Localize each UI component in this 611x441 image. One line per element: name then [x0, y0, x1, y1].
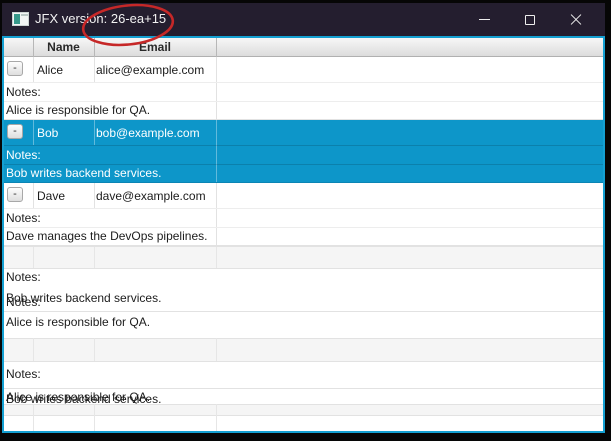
maximize-icon [525, 15, 535, 25]
collapse-button[interactable]: - [7, 187, 23, 202]
note-text: Bob writes backend services. [6, 166, 161, 180]
app-icon [12, 12, 29, 26]
email-cell: alice@example.com [96, 63, 204, 77]
ghost-note-text: Alice is responsible for QA. [6, 315, 150, 329]
name-cell: Dave [37, 189, 65, 203]
maximize-button[interactable] [507, 3, 553, 36]
minimize-button[interactable] [461, 3, 507, 36]
notes-label: Notes: [6, 85, 41, 99]
ghost-notes-label: Notes: [6, 270, 41, 284]
window-controls [461, 3, 599, 36]
column-header-name[interactable]: Name [33, 40, 94, 54]
note-text: Dave manages the DevOps pipelines. [6, 229, 207, 243]
email-cell: bob@example.com [96, 126, 200, 140]
collapse-button[interactable]: - [7, 61, 23, 76]
ghost-note-text-overlap-b: Bob writes backend services. [6, 392, 161, 406]
name-cell: Alice [37, 63, 63, 77]
window-title: JFX version: 26-ea+15 [35, 11, 166, 26]
ghost-notes-label-overlap: Notes: [6, 295, 41, 309]
collapse-button[interactable]: - [7, 124, 23, 139]
name-cell: Bob [37, 126, 58, 140]
table-row[interactable]: - Alice alice@example.com Notes: Alice i… [4, 57, 603, 120]
column-header-email[interactable]: Email [94, 40, 216, 54]
jfx-version-text: 26-ea+15 [111, 11, 166, 26]
titlebar[interactable]: JFX version: 26-ea+15 [2, 3, 605, 36]
close-icon [570, 14, 582, 26]
email-cell: dave@example.com [96, 189, 206, 203]
table-header: Name Email [4, 38, 603, 57]
minimize-icon [479, 19, 490, 20]
notes-label: Notes: [6, 148, 41, 162]
close-button[interactable] [553, 3, 599, 36]
app-window: JFX version: 26-ea+15 Name Email [2, 3, 605, 433]
table-row[interactable]: - Dave dave@example.com Notes: Dave mana… [4, 183, 603, 246]
notes-label: Notes: [6, 211, 41, 225]
table-row-selected[interactable]: - Bob bob@example.com Notes: Bob writes … [4, 120, 603, 183]
table-view: Name Email - Alice alice@example.com Not… [2, 36, 605, 433]
ghost-notes-label: Notes: [6, 367, 41, 381]
glitched-rows-region[interactable]: Notes: Bob writes backend services. Note… [4, 246, 603, 431]
note-text: Alice is responsible for QA. [6, 103, 150, 117]
